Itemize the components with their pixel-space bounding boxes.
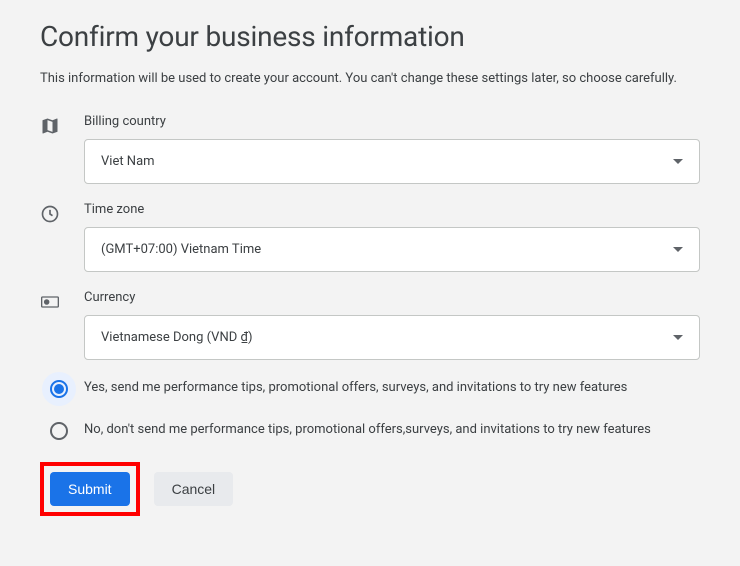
timezone-row: Time zone (GMT+07:00) Vietnam Time — [40, 202, 700, 272]
timezone-select[interactable]: (GMT+07:00) Vietnam Time — [84, 227, 700, 272]
cancel-button[interactable]: Cancel — [154, 472, 234, 506]
page-subtitle: This information will be used to create … — [40, 71, 700, 86]
billing-country-label: Billing country — [84, 114, 700, 129]
chevron-down-icon — [673, 335, 683, 340]
map-icon — [40, 114, 84, 140]
chevron-down-icon — [673, 159, 683, 164]
clock-icon — [40, 202, 84, 228]
radio-no-label: No, don't send me performance tips, prom… — [84, 420, 700, 440]
chevron-down-icon — [673, 247, 683, 252]
billing-country-value: Viet Nam — [101, 154, 155, 169]
marketing-radio-group: Yes, send me performance tips, promotion… — [40, 378, 700, 448]
radio-button-icon — [42, 414, 76, 448]
currency-row: Currency Vietnamese Dong (VND ₫) — [40, 290, 700, 360]
page-title: Confirm your business information — [40, 20, 700, 53]
radio-yes-label: Yes, send me performance tips, promotion… — [84, 378, 700, 398]
billing-country-select[interactable]: Viet Nam — [84, 139, 700, 184]
submit-highlight: Submit — [40, 462, 140, 516]
currency-select[interactable]: Vietnamese Dong (VND ₫) — [84, 315, 700, 360]
currency-icon — [40, 290, 84, 316]
currency-value: Vietnamese Dong (VND ₫) — [101, 330, 253, 345]
currency-label: Currency — [84, 290, 700, 305]
button-row: Submit Cancel — [40, 462, 700, 516]
timezone-value: (GMT+07:00) Vietnam Time — [101, 242, 261, 257]
submit-button[interactable]: Submit — [50, 472, 130, 506]
radio-yes[interactable]: Yes, send me performance tips, promotion… — [40, 378, 700, 406]
radio-button-icon — [42, 372, 76, 406]
radio-no[interactable]: No, don't send me performance tips, prom… — [40, 420, 700, 448]
billing-country-row: Billing country Viet Nam — [40, 114, 700, 184]
timezone-label: Time zone — [84, 202, 700, 217]
